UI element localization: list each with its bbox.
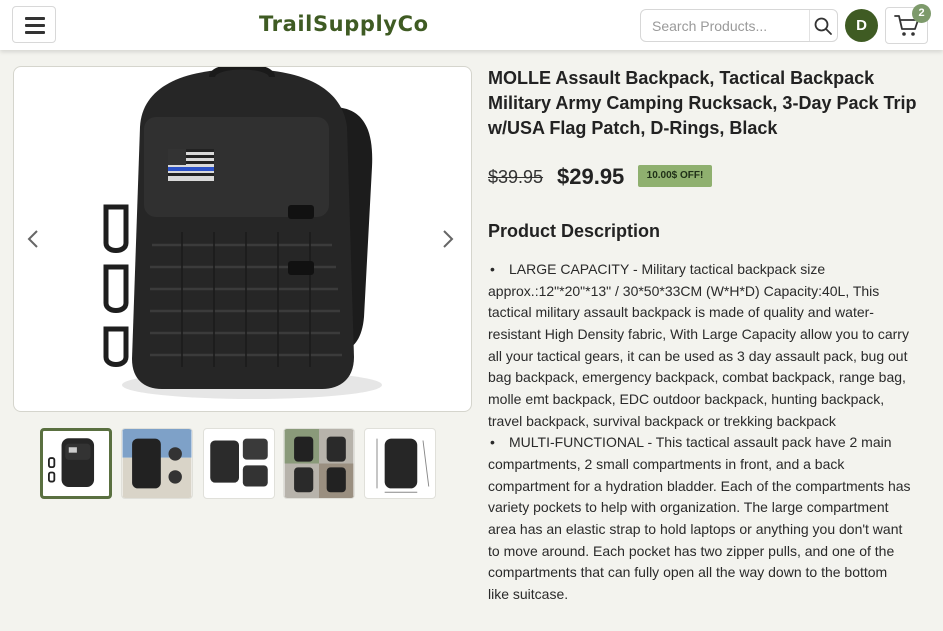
backpack-outdoor-thumbnail-image	[122, 429, 192, 498]
backpack-dimensions-thumbnail-image	[376, 438, 430, 493]
thumbnail-4[interactable]	[283, 428, 355, 499]
thumbnail-1[interactable]	[40, 428, 112, 499]
original-price: $39.95	[488, 167, 544, 187]
description-item: LARGE CAPACITY - Military tactical backp…	[488, 259, 912, 432]
backpack-features-thumbnail-image	[284, 429, 354, 498]
chevron-right-icon[interactable]	[435, 223, 459, 255]
site-header: TrailSupplyCo D	[0, 0, 943, 50]
hamburger-line	[25, 17, 45, 20]
backpack-thumbnail-image	[48, 438, 95, 487]
thumbnail-2[interactable]	[121, 428, 193, 499]
thumbnail-5[interactable]	[364, 428, 436, 499]
product-title: MOLLE Assault Backpack, Tactical Backpac…	[488, 68, 917, 138]
description-item: MULTI-FUNCTIONAL - This tactical assault…	[488, 432, 912, 605]
product-main-image[interactable]	[13, 66, 472, 412]
user-avatar[interactable]: D	[845, 9, 878, 42]
discount-badge: 10.00$ OFF!	[638, 165, 712, 187]
backpack-detail-thumbnail-image	[210, 438, 268, 487]
thumbnail-strip	[40, 428, 440, 500]
cart-count-badge: 2	[912, 4, 931, 23]
menu-button[interactable]	[12, 6, 56, 43]
hamburger-line	[25, 31, 45, 34]
search-input[interactable]	[641, 10, 806, 41]
sale-price: $29.95	[557, 164, 625, 189]
hamburger-line	[25, 24, 45, 27]
site-logo[interactable]: TrailSupplyCo	[259, 12, 429, 36]
backpack-image	[103, 67, 382, 399]
chevron-left-icon[interactable]	[22, 223, 46, 255]
search-icon[interactable]	[813, 16, 833, 36]
description-heading: Product Description	[488, 221, 661, 241]
thumbnail-3[interactable]	[203, 428, 275, 499]
search-box	[640, 9, 838, 42]
description-list: LARGE CAPACITY - Military tactical backp…	[488, 259, 912, 606]
search-divider	[809, 10, 810, 41]
